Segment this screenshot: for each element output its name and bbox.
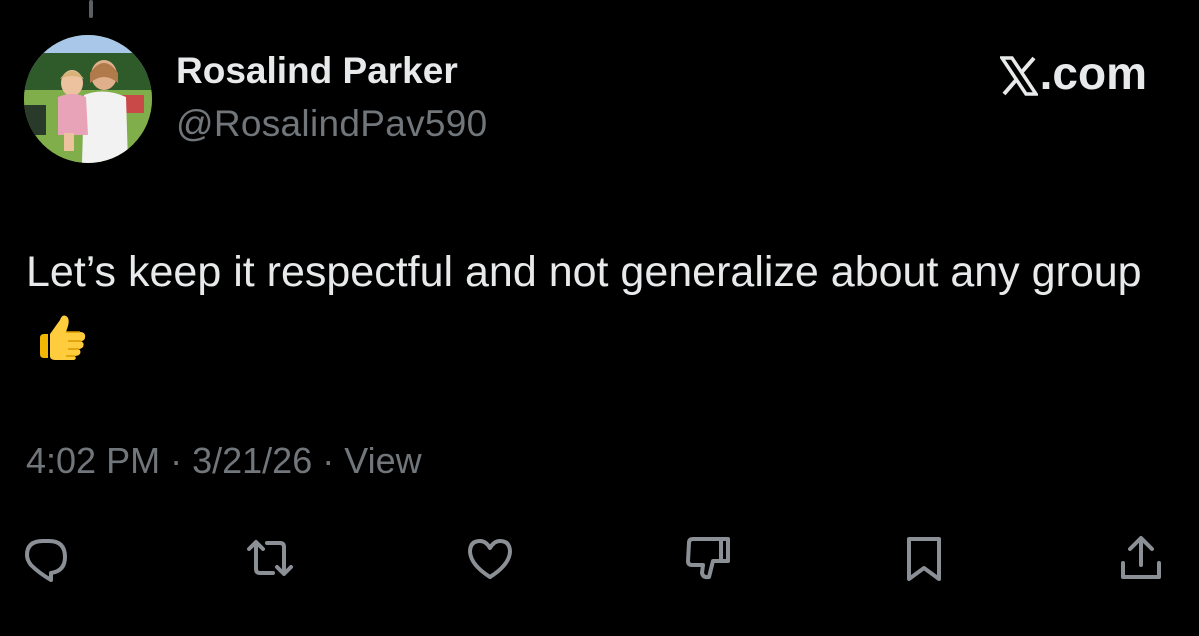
author-handle[interactable]: @RosalindPav590 <box>176 103 488 145</box>
x-logo-icon <box>998 53 1039 96</box>
brand-watermark: .com <box>998 46 1147 100</box>
action-bar <box>0 530 1199 586</box>
tweet-text-content: Let’s keep it respectful and not general… <box>26 248 1142 296</box>
brand-label: .com <box>1039 47 1147 99</box>
meta-separator: · <box>322 440 335 481</box>
thread-connector-line <box>89 0 93 18</box>
tweet-date[interactable]: 3/21/26 <box>192 440 312 481</box>
reply-button[interactable] <box>18 530 74 586</box>
view-link[interactable]: View <box>344 440 421 481</box>
like-button[interactable] <box>462 530 518 586</box>
share-icon <box>1121 536 1161 579</box>
reply-icon <box>25 539 67 582</box>
dislike-button[interactable] <box>680 530 736 586</box>
bookmark-icon <box>907 537 941 581</box>
avatar[interactable] <box>24 35 152 163</box>
share-button[interactable] <box>1113 530 1169 586</box>
profile-photo-image <box>24 35 152 163</box>
thumbs-down-icon <box>686 537 730 580</box>
thumbs-up-icon <box>34 312 88 362</box>
author-display-name[interactable]: Rosalind Parker <box>176 50 458 92</box>
bookmark-button[interactable] <box>896 530 952 586</box>
heart-icon <box>468 539 512 579</box>
repost-button[interactable] <box>242 530 298 586</box>
repost-icon <box>247 540 293 576</box>
tweet-text: Let’s keep it respectful and not general… <box>26 240 1176 368</box>
tweet-metadata: 4:02 PM · 3/21/26 · View <box>26 440 422 482</box>
tweet-time[interactable]: 4:02 PM <box>26 440 160 481</box>
meta-separator: · <box>170 440 183 481</box>
